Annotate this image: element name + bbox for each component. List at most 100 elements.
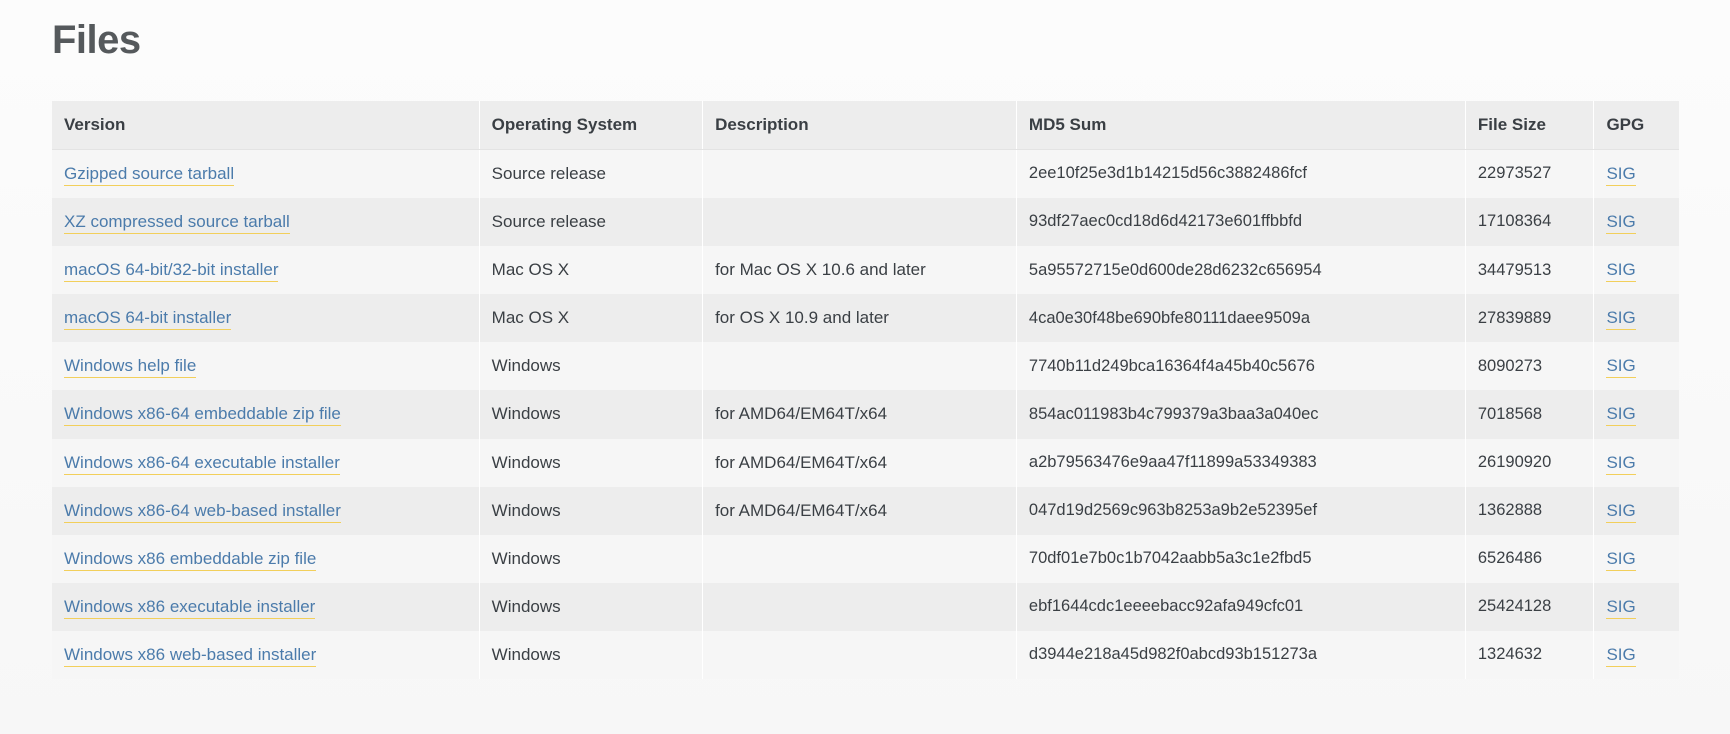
gpg-signature-link[interactable]: SIG <box>1606 644 1636 667</box>
file-download-link[interactable]: macOS 64-bit installer <box>64 308 232 331</box>
cell-gpg: SIG <box>1593 342 1679 391</box>
cell-gpg: SIG <box>1593 294 1679 343</box>
cell-file-size: 1362888 <box>1465 486 1595 535</box>
gpg-signature-link[interactable]: SIG <box>1606 356 1636 379</box>
cell-md5-sum: ebf1644cdc1eeeebacc92afa949cfc01 <box>1016 582 1466 631</box>
file-download-link[interactable]: Windows x86 executable installer <box>64 596 316 619</box>
table-row: Windows x86-64 executable installer Windo… <box>52 438 1679 487</box>
cell-file-size: 34479513 <box>1465 246 1595 295</box>
cell-operating-system: Windows <box>479 342 704 391</box>
column-header-os: Operating System <box>479 101 704 150</box>
gpg-signature-link[interactable]: SIG <box>1606 548 1636 571</box>
cell-description <box>702 534 1017 583</box>
cell-file-size: 26190920 <box>1465 438 1595 487</box>
file-download-link[interactable]: Windows x86 web-based installer <box>64 644 317 667</box>
gpg-signature-link[interactable]: SIG <box>1606 212 1636 235</box>
file-download-link[interactable]: macOS 64-bit/32-bit installer <box>64 260 279 283</box>
file-download-link[interactable]: Windows help file <box>64 356 197 379</box>
table-row: Windows x86-64 web-based installer Window… <box>52 486 1679 535</box>
cell-md5-sum: 70df01e7b0c1b7042aabb5a3c1e2fbd5 <box>1016 534 1466 583</box>
cell-gpg: SIG <box>1593 149 1679 199</box>
cell-description <box>702 149 1017 199</box>
table-header-row: Version Operating System Description MD5… <box>52 101 1679 150</box>
table-row: Windows x86 executable installer Windows e… <box>52 582 1679 631</box>
cell-md5-sum: d3944e218a45d982f0abcd93b151273a <box>1016 630 1466 680</box>
cell-operating-system: Source release <box>479 149 704 199</box>
cell-version: Windows x86-64 web-based installer <box>52 486 480 535</box>
cell-md5-sum: 047d19d2569c963b8253a9b2e52395ef <box>1016 486 1466 535</box>
column-header-description: Description <box>702 101 1017 150</box>
table-row: Windows x86 web-based installer Windows d3… <box>52 630 1679 680</box>
cell-file-size: 1324632 <box>1465 630 1595 680</box>
cell-gpg: SIG <box>1593 630 1679 680</box>
table-body: Gzipped source tarball Source release 2ee1… <box>52 149 1679 680</box>
file-download-link[interactable]: XZ compressed source tarball <box>64 212 290 235</box>
cell-operating-system: Windows <box>479 486 704 535</box>
cell-gpg: SIG <box>1593 198 1679 247</box>
files-table-container: Version Operating System Description MD5… <box>52 101 1679 680</box>
cell-description <box>702 630 1017 680</box>
cell-version: Windows help file <box>52 342 480 391</box>
table-row: macOS 64-bit/32-bit installer Mac OS Xfor… <box>52 246 1679 295</box>
gpg-signature-link[interactable]: SIG <box>1606 404 1636 427</box>
cell-operating-system: Mac OS X <box>479 246 704 295</box>
cell-version: Windows x86-64 embeddable zip file <box>52 390 480 439</box>
cell-gpg: SIG <box>1593 534 1679 583</box>
files-table: Version Operating System Description MD5… <box>52 101 1679 680</box>
cell-operating-system: Mac OS X <box>479 294 704 343</box>
cell-version: Windows x86 web-based installer <box>52 630 480 680</box>
file-download-link[interactable]: Windows x86-64 executable installer <box>64 452 340 475</box>
cell-md5-sum: 4ca0e30f48be690bfe80111daee9509a <box>1016 294 1466 343</box>
cell-file-size: 7018568 <box>1465 390 1595 439</box>
cell-file-size: 6526486 <box>1465 534 1595 583</box>
gpg-signature-link[interactable]: SIG <box>1606 500 1636 523</box>
file-download-link[interactable]: Windows x86-64 web-based installer <box>64 500 341 523</box>
gpg-signature-link[interactable]: SIG <box>1606 452 1636 475</box>
cell-description: for OS X 10.9 and later <box>702 294 1017 343</box>
cell-file-size: 8090273 <box>1465 342 1595 391</box>
table-row: Windows x86-64 embeddable zip file Window… <box>52 390 1679 439</box>
column-header-size: File Size <box>1465 101 1595 150</box>
cell-md5-sum: 5a95572715e0d600de28d6232c656954 <box>1016 246 1466 295</box>
cell-description: for AMD64/EM64T/x64 <box>702 438 1017 487</box>
cell-md5-sum: 854ac011983b4c799379a3baa3a040ec <box>1016 390 1466 439</box>
cell-version: Gzipped source tarball <box>52 149 480 199</box>
table-row: macOS 64-bit installer Mac OS Xfor OS X 1… <box>52 294 1679 343</box>
cell-version: Windows x86 embeddable zip file <box>52 534 480 583</box>
cell-version: macOS 64-bit installer <box>52 294 480 343</box>
cell-description <box>702 342 1017 391</box>
table-row: Windows x86 embeddable zip file Windows 70… <box>52 534 1679 583</box>
cell-description <box>702 198 1017 247</box>
cell-version: Windows x86 executable installer <box>52 582 480 631</box>
gpg-signature-link[interactable]: SIG <box>1606 596 1636 619</box>
table-header: Version Operating System Description MD5… <box>52 101 1679 150</box>
cell-description <box>702 582 1017 631</box>
file-download-link[interactable]: Gzipped source tarball <box>64 164 235 186</box>
cell-md5-sum: 7740b11d249bca16364f4a45b40c5676 <box>1016 342 1466 391</box>
cell-description: for AMD64/EM64T/x64 <box>702 390 1017 439</box>
file-download-link[interactable]: Windows x86 embeddable zip file <box>64 548 317 571</box>
file-download-link[interactable]: Windows x86-64 embeddable zip file <box>64 404 341 427</box>
cell-gpg: SIG <box>1593 390 1679 439</box>
cell-md5-sum: 93df27aec0cd18d6d42173e601ffbbfd <box>1016 198 1466 247</box>
cell-description: for Mac OS X 10.6 and later <box>702 246 1017 295</box>
cell-file-size: 25424128 <box>1465 582 1595 631</box>
cell-gpg: SIG <box>1593 438 1679 487</box>
cell-version: macOS 64-bit/32-bit installer <box>52 246 480 295</box>
gpg-signature-link[interactable]: SIG <box>1606 260 1636 283</box>
cell-operating-system: Windows <box>479 582 704 631</box>
cell-md5-sum: 2ee10f25e3d1b14215d56c3882486fcf <box>1016 149 1466 199</box>
cell-gpg: SIG <box>1593 486 1679 535</box>
gpg-signature-link[interactable]: SIG <box>1606 164 1636 186</box>
table-row: XZ compressed source tarball Source relea… <box>52 198 1679 247</box>
column-header-md5: MD5 Sum <box>1016 101 1466 150</box>
table-row: Gzipped source tarball Source release 2ee1… <box>52 149 1679 199</box>
cell-gpg: SIG <box>1593 582 1679 631</box>
table-row: Windows help file Windows 7740b11d249bca16… <box>52 342 1679 391</box>
cell-file-size: 17108364 <box>1465 198 1595 247</box>
cell-gpg: SIG <box>1593 246 1679 295</box>
cell-operating-system: Windows <box>479 534 704 583</box>
cell-version: Windows x86-64 executable installer <box>52 438 480 487</box>
files-page: Files Version Operating System Descripti… <box>0 0 1730 734</box>
gpg-signature-link[interactable]: SIG <box>1606 308 1636 331</box>
